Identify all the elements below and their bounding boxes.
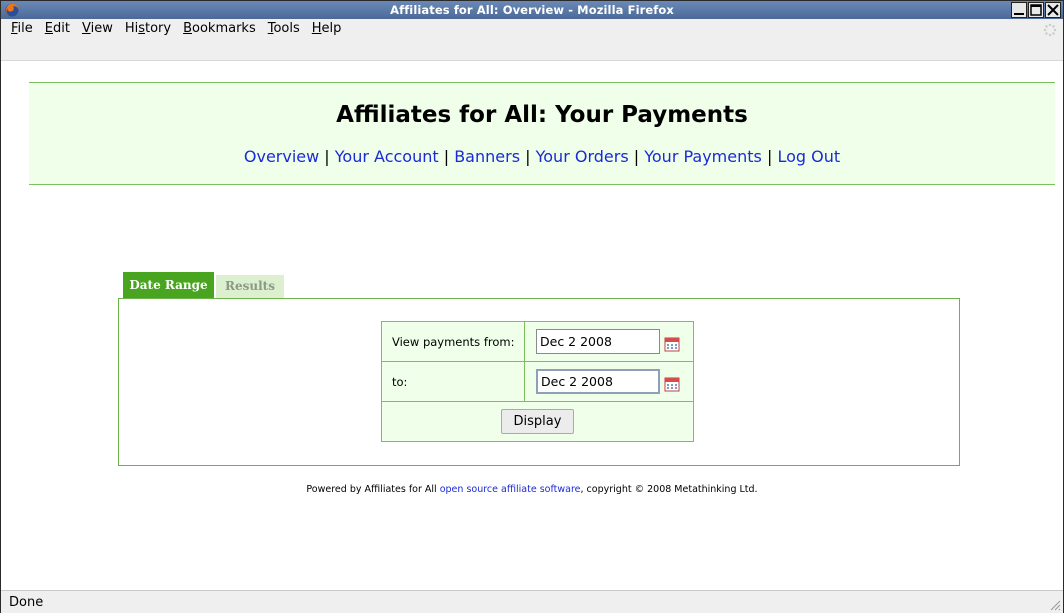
nav-separator: | [525, 147, 531, 166]
menu-item-bookmarks[interactable]: Bookmarks [177, 21, 262, 36]
nav-your-orders[interactable]: Your Orders [536, 147, 629, 166]
page-header: Affiliates for All: Your Payments Overvi… [29, 82, 1055, 185]
calendar-icon[interactable] [664, 376, 680, 392]
maximize-icon [1030, 4, 1042, 16]
menu-item-edit[interactable]: Edit [39, 21, 76, 36]
maximize-button[interactable] [1028, 2, 1044, 18]
window-controls [1011, 2, 1061, 18]
footer-suffix: , copyright © 2008 Metathinking Ltd. [580, 484, 758, 495]
tab-results[interactable]: Results [216, 275, 284, 298]
title-bar: Affiliates for All: Overview - Mozilla F… [1, 1, 1063, 19]
date-range-panel: View payments from: Dec 2 2008 to: Dec 2… [118, 298, 960, 466]
to-label: to: [381, 361, 525, 402]
throbber-icon [1043, 23, 1057, 37]
nav-separator: | [766, 147, 773, 166]
nav-separator: | [633, 147, 640, 166]
minimize-button[interactable] [1011, 2, 1027, 18]
menu-item-tools[interactable]: Tools [262, 21, 306, 36]
close-icon [1047, 4, 1059, 16]
tab-date-range[interactable]: Date Range [123, 272, 214, 298]
from-label: View payments from: [381, 321, 525, 362]
menu-item-view[interactable]: View [76, 21, 119, 36]
menu-item-file[interactable]: File [5, 21, 39, 36]
main-nav: Overview | Your Account | Banners | Your… [29, 147, 1055, 166]
nav-banners[interactable]: Banners [454, 147, 520, 166]
resize-grip-icon[interactable] [1047, 597, 1061, 611]
nav-overview[interactable]: Overview [244, 147, 319, 166]
calendar-icon[interactable] [664, 336, 680, 352]
page-content: Affiliates for All: Your Payments Overvi… [9, 62, 1055, 589]
nav-your-account[interactable]: Your Account [335, 147, 439, 166]
window-title: Affiliates for All: Overview - Mozilla F… [390, 3, 674, 17]
minimize-icon [1014, 13, 1024, 15]
footer-prefix: Powered by Affiliates for All [306, 484, 440, 495]
date-range-form: View payments from: Dec 2 2008 to: Dec 2… [381, 321, 694, 442]
page-footer: Powered by Affiliates for All open sourc… [9, 484, 1055, 495]
menu-list: File Edit View History Bookmarks Tools H… [5, 21, 347, 36]
status-bar: Done [1, 590, 1063, 613]
nav-log-out[interactable]: Log Out [777, 147, 840, 166]
status-text: Done [9, 595, 44, 610]
nav-your-payments[interactable]: Your Payments [644, 147, 762, 166]
to-date-input[interactable]: Dec 2 2008 [536, 369, 660, 394]
nav-separator: | [443, 147, 450, 166]
page-title: Affiliates for All: Your Payments [336, 102, 748, 128]
from-date-input[interactable]: Dec 2 2008 [536, 329, 660, 354]
menu-bar: File Edit View History Bookmarks Tools H… [1, 19, 1063, 61]
browser-window: Affiliates for All: Overview - Mozilla F… [0, 0, 1064, 613]
close-button[interactable] [1045, 2, 1061, 18]
display-button[interactable]: Display [500, 409, 575, 434]
footer-link[interactable]: open source affiliate software [440, 484, 581, 495]
menu-item-history[interactable]: History [119, 21, 177, 36]
menu-item-help[interactable]: Help [306, 21, 348, 36]
nav-separator: | [324, 147, 330, 166]
